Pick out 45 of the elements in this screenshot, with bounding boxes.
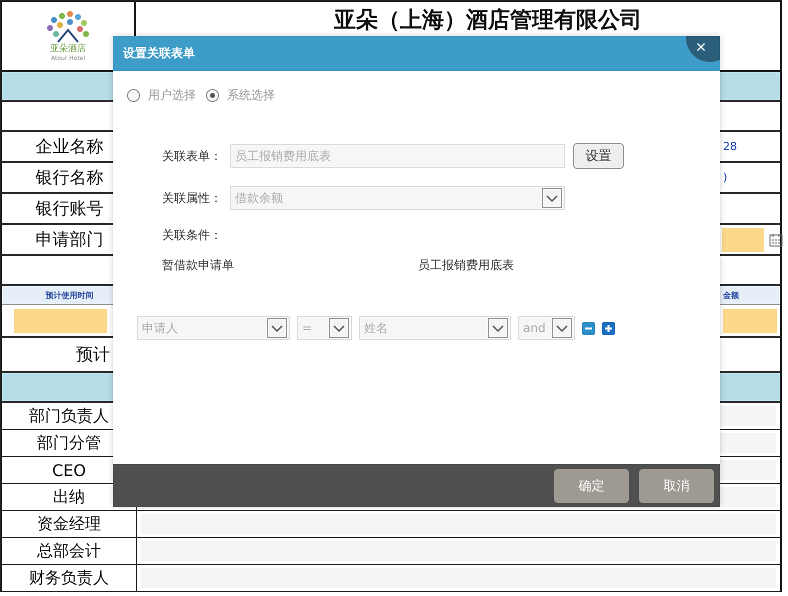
remove-icon[interactable] xyxy=(582,322,595,334)
field-label: 企业名称 xyxy=(34,136,104,158)
field-value: 28 xyxy=(723,140,737,153)
logo-name: 亚朵酒店 xyxy=(50,44,86,54)
column-header: 金额 xyxy=(723,290,739,300)
field-dropdown[interactable]: 申请人 xyxy=(137,316,290,340)
radio-label[interactable]: 用户选择 xyxy=(148,87,196,104)
approver-label: 财务负责人 xyxy=(2,565,137,591)
column-header: 预计使用时间 xyxy=(44,290,94,300)
chevron-down-icon[interactable] xyxy=(542,188,562,208)
linked-form-field[interactable]: 员工报销费用底表 xyxy=(230,144,565,168)
condition-label: 关联条件： xyxy=(161,227,223,244)
attribute-label: 关联属性： xyxy=(162,190,223,206)
company-title: 亚朵（上海）酒店管理有限公司 xyxy=(334,8,642,34)
field-label: 银行名称 xyxy=(34,167,104,189)
chevron-down-icon[interactable] xyxy=(488,318,508,338)
field-label: 银行账号 xyxy=(34,198,104,220)
target-field-dropdown[interactable]: 姓名 xyxy=(359,316,511,340)
total-label: 预计 xyxy=(75,344,111,366)
joiner-dropdown[interactable]: and xyxy=(518,316,575,340)
radio-button[interactable] xyxy=(127,89,140,102)
confirm-button[interactable]: 确定 xyxy=(554,468,629,502)
set-button[interactable]: 设置 xyxy=(573,143,624,169)
chevron-down-icon[interactable] xyxy=(267,318,287,338)
chevron-down-icon[interactable] xyxy=(552,318,572,338)
calendar-icon[interactable] xyxy=(769,232,783,246)
approver-label: 总部会计 xyxy=(2,538,137,564)
chevron-down-icon[interactable] xyxy=(329,318,349,338)
source-form-name: 暂借款申请单 xyxy=(162,257,235,274)
approver-label: 资金经理 xyxy=(2,511,137,537)
close-button[interactable]: × xyxy=(686,36,720,62)
target-form-name: 员工报销费用底表 xyxy=(418,257,514,274)
date-field[interactable] xyxy=(722,228,764,252)
cancel-button[interactable]: 取消 xyxy=(639,468,714,502)
form-label: 关联表单： xyxy=(162,148,223,164)
dialog-title: 设置关联表单 xyxy=(123,45,195,62)
attribute-dropdown[interactable]: 借款余额 xyxy=(230,186,565,210)
date-field[interactable] xyxy=(14,308,107,332)
radio-label[interactable]: 系统选择 xyxy=(227,87,275,104)
field-label: 申请部门 xyxy=(34,229,104,251)
add-icon[interactable] xyxy=(602,322,615,334)
operator-dropdown[interactable]: = xyxy=(297,316,352,340)
field-value: ) xyxy=(723,171,728,184)
radio-button[interactable] xyxy=(206,89,219,102)
amount-field[interactable] xyxy=(723,308,777,332)
